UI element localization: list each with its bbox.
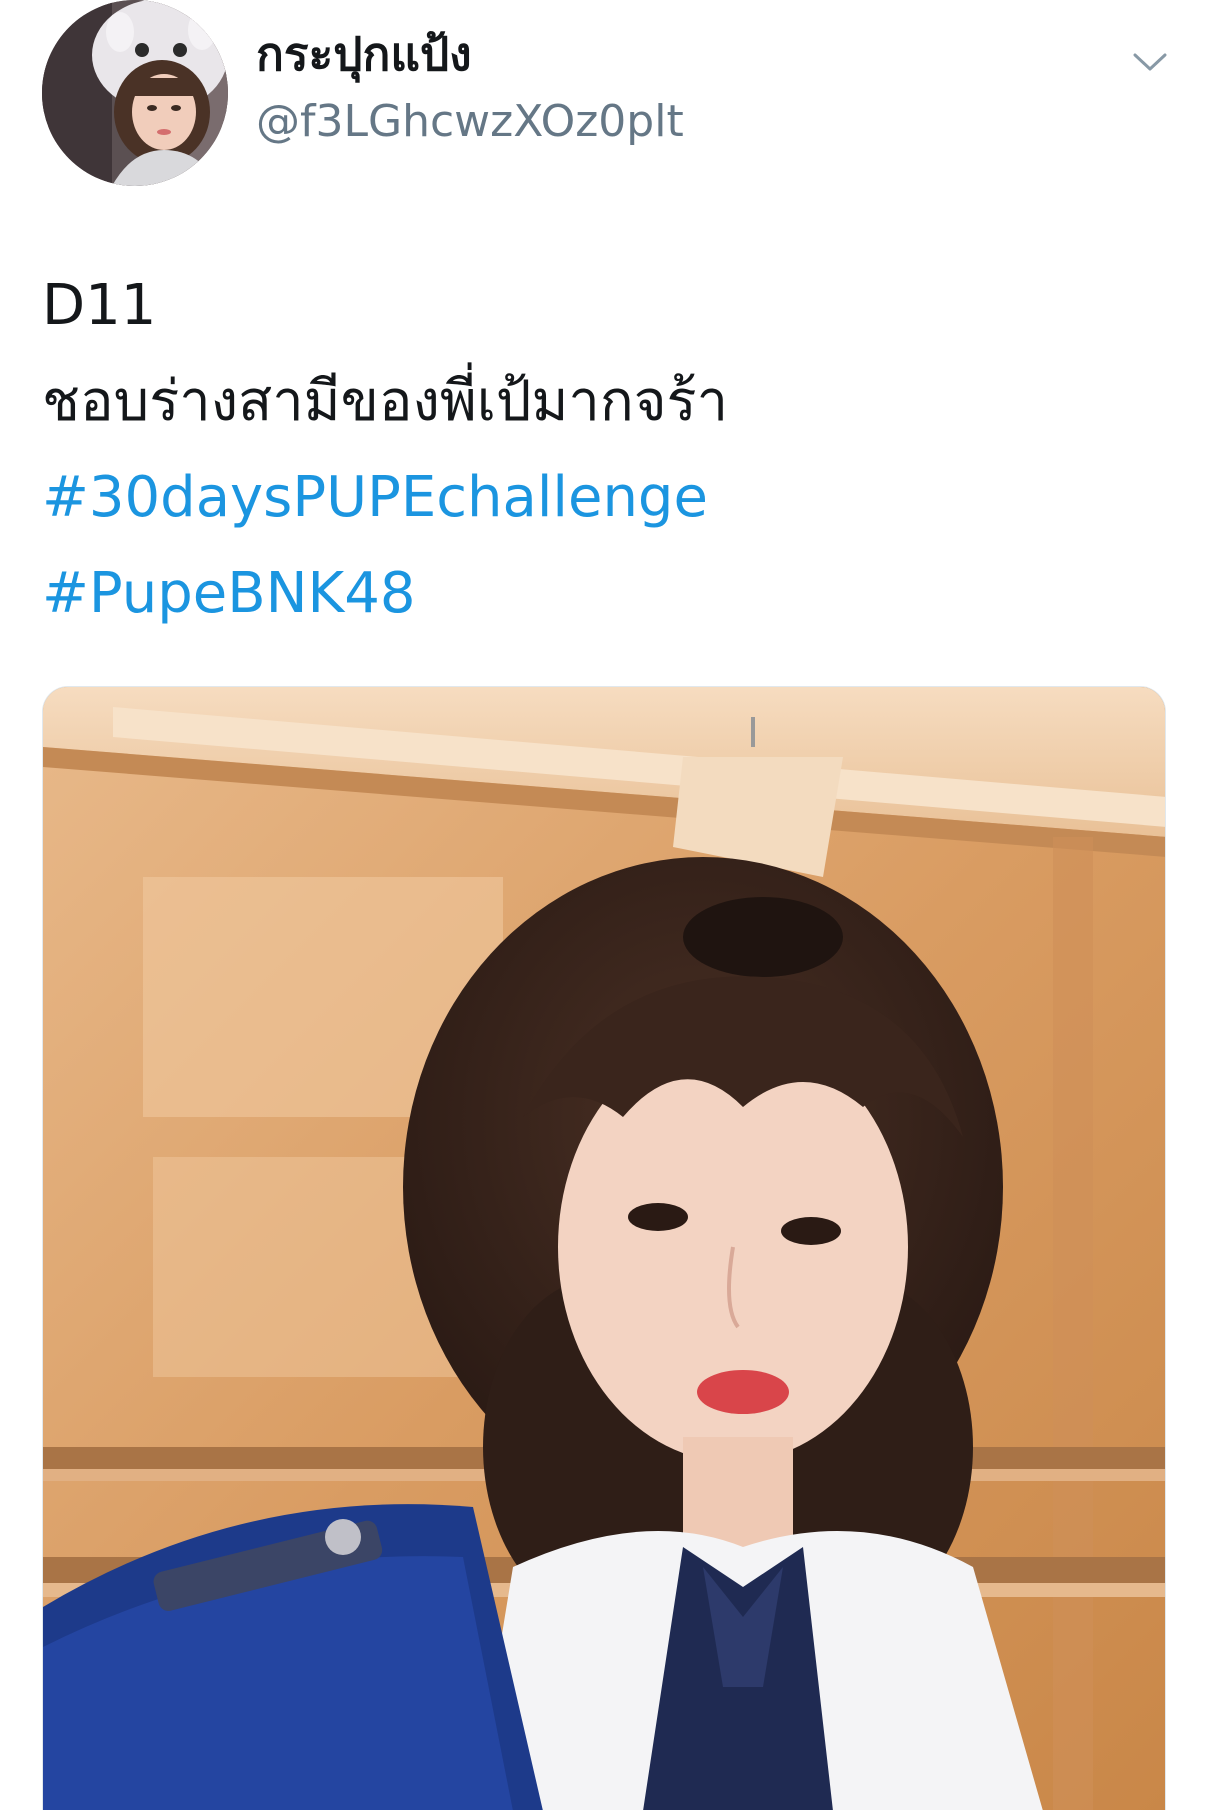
hashtag-link[interactable]: #PupeBNK48 — [42, 546, 1182, 642]
tweet-text-line: ชอบร่างสามีของพี่เป้มากจร้า — [42, 369, 729, 434]
hashtag-link[interactable]: #30daysPUPEchallenge — [42, 450, 1182, 546]
tweet-text-line: D11 — [42, 273, 157, 338]
author-avatar[interactable] — [42, 0, 228, 186]
author-handle[interactable]: @f3LGhcwzXOz0plt — [256, 90, 684, 154]
tweet-photo[interactable] — [42, 686, 1166, 1810]
author-display-name[interactable]: กระปุกแป้ง — [256, 22, 472, 86]
tweet-menu-button[interactable] — [1122, 40, 1178, 84]
tweet-body: D11 ชอบร่างสามีของพี่เป้มากจร้า #30daysP… — [42, 258, 1182, 642]
tweet-card: กระปุกแป้ง @f3LGhcwzXOz0plt D11 ชอบร่างส… — [0, 0, 1223, 1810]
chevron-down-icon — [1133, 53, 1167, 71]
